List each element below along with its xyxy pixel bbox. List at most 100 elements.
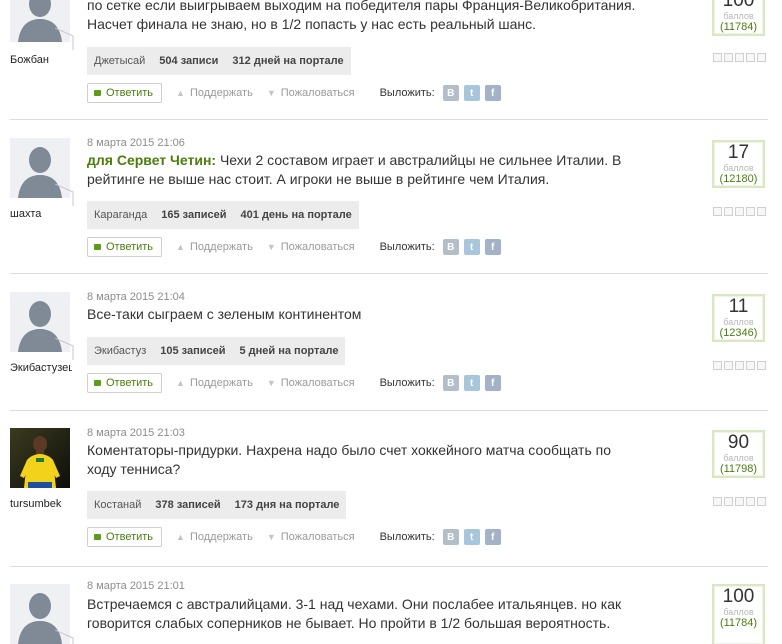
reply-icon (94, 380, 101, 386)
score-box: 11 баллов (12346) (712, 294, 765, 342)
complain-button[interactable]: ▼ Пожаловаться (267, 241, 355, 253)
reply-button[interactable]: Ответить (87, 237, 163, 257)
comment-text-line: Встречаемся с австралийцами. 3-1 над чех… (87, 596, 622, 612)
comment-text-line: Насчет финала не знаю, но в 1/2 попасть … (87, 16, 537, 32)
facebook-share-icon[interactable]: f (484, 375, 501, 391)
comment-actions: Ответить ▲ Поддержать ▼ Пожаловаться Вылож… (87, 527, 501, 547)
score-label: баллов (723, 607, 754, 617)
star-icon[interactable] (735, 207, 744, 216)
user-days: 5 дней на портале (239, 345, 339, 357)
score-rank: (11784) (719, 617, 758, 629)
avatar[interactable] (10, 428, 70, 488)
star-icon[interactable] (713, 53, 722, 62)
thumb-up-icon: ▲ (176, 532, 185, 542)
star-icon[interactable] (757, 53, 766, 62)
vk-share-icon[interactable]: В (442, 239, 459, 255)
star-icon[interactable] (713, 497, 722, 506)
score-label: баллов (723, 453, 754, 463)
avatar-corner-decoration (55, 630, 74, 644)
comment-text: для Сервет Четин: Чехи 2 составом играет… (87, 151, 647, 189)
comment-actions: Ответить ▲ Поддержать ▼ Пожаловаться Вылож… (87, 237, 501, 257)
vk-share-icon[interactable]: В (442, 529, 459, 545)
comment-text: по сетке если выигрываем выходим на побе… (87, 0, 647, 34)
star-icon[interactable] (757, 497, 766, 506)
score-box: 17 баллов (12180) (712, 140, 765, 188)
user-info-bar: Караганда 165 записей 401 день на портал… (87, 201, 359, 229)
score-box: 100 баллов (11784) (712, 584, 765, 644)
reply-button[interactable]: Ответить (87, 373, 163, 393)
support-label: Поддержать (189, 241, 253, 253)
username[interactable]: Божбан (10, 54, 72, 66)
username[interactable]: tursumbek (10, 498, 72, 510)
twitter-share-icon[interactable]: t (463, 239, 480, 255)
complain-button[interactable]: ▼ Пожаловаться (267, 531, 355, 543)
comment-text-line: Коментаторы-придурки. Нахрена надо было … (87, 442, 611, 458)
star-icon[interactable] (724, 53, 733, 62)
twitter-share-icon[interactable]: t (463, 529, 480, 545)
star-icon[interactable] (735, 361, 744, 370)
comment-text-line: рейтинге не выше нас стоит. А игроки не … (87, 171, 550, 187)
username[interactable]: шахта (10, 208, 72, 220)
star-icon[interactable] (746, 53, 755, 62)
user-info-bar: Экибастуз 105 записей 5 дней на портале (87, 337, 346, 365)
reply-icon (94, 244, 101, 250)
support-label: Поддержать (189, 531, 253, 543)
score-value: 17 (727, 142, 750, 163)
comment-separator (10, 273, 768, 274)
star-icon[interactable] (746, 497, 755, 506)
star-icon[interactable] (757, 361, 766, 370)
user-info-bar: Костанай 378 записей 173 дня на портале (87, 491, 347, 519)
complain-label: Пожаловаться (280, 531, 355, 543)
rating-stars[interactable] (713, 207, 768, 217)
score-label: баллов (723, 317, 754, 327)
rating-stars[interactable] (713, 497, 768, 507)
thumb-down-icon: ▼ (266, 242, 276, 252)
facebook-share-icon[interactable]: f (484, 239, 501, 255)
thumb-down-icon: ▼ (266, 88, 276, 98)
support-button[interactable]: ▲ Поддержать (176, 241, 253, 253)
star-icon[interactable] (735, 497, 744, 506)
comment-actions: Ответить ▲ Поддержать ▼ Пожаловаться Вылож… (87, 83, 501, 103)
star-icon[interactable] (735, 53, 744, 62)
user-city: Костанай (94, 499, 142, 511)
rating-stars[interactable] (713, 53, 768, 63)
user-city: Караганда (94, 209, 148, 221)
reply-button[interactable]: Ответить (87, 527, 163, 547)
avatar-corner-decoration (55, 184, 74, 206)
star-icon[interactable] (757, 207, 766, 216)
support-button[interactable]: ▲ Поддержать (176, 531, 253, 543)
star-icon[interactable] (724, 207, 733, 216)
username[interactable]: Экибастузец (10, 362, 72, 374)
comment-text: Встречаемся с австралийцами. 3-1 над чех… (87, 595, 647, 633)
star-icon[interactable] (746, 207, 755, 216)
star-icon[interactable] (713, 207, 722, 216)
star-icon[interactable] (724, 497, 733, 506)
complain-label: Пожаловаться (280, 377, 355, 389)
reply-mention-link[interactable]: для Сервет Четин: (87, 152, 216, 168)
comment-date: 8 марта 2015 21:04 (87, 291, 185, 303)
reply-button[interactable]: Ответить (87, 83, 163, 103)
user-days: 173 дня на портале (234, 499, 340, 511)
thumb-up-icon: ▲ (176, 242, 185, 252)
star-icon[interactable] (713, 361, 722, 370)
user-city: Джетысай (94, 55, 146, 67)
comment-date: 8 марта 2015 21:01 (87, 580, 185, 592)
twitter-share-icon[interactable]: t (463, 85, 480, 101)
support-label: Поддержать (189, 87, 253, 99)
star-icon[interactable] (746, 361, 755, 370)
score-value: 100 (722, 586, 755, 607)
score-rank: (11784) (719, 21, 758, 33)
vk-share-icon[interactable]: В (442, 85, 459, 101)
support-button[interactable]: ▲ Поддержать (176, 377, 253, 389)
reply-icon (94, 90, 101, 96)
complain-button[interactable]: ▼ Пожаловаться (267, 87, 355, 99)
star-icon[interactable] (724, 361, 733, 370)
complain-button[interactable]: ▼ Пожаловаться (267, 377, 355, 389)
support-button[interactable]: ▲ Поддержать (176, 87, 253, 99)
rating-stars[interactable] (713, 361, 768, 371)
twitter-share-icon[interactable]: t (463, 375, 480, 391)
share-label: Выложить: (379, 241, 435, 253)
facebook-share-icon[interactable]: f (484, 529, 501, 545)
vk-share-icon[interactable]: В (442, 375, 459, 391)
facebook-share-icon[interactable]: f (484, 85, 501, 101)
